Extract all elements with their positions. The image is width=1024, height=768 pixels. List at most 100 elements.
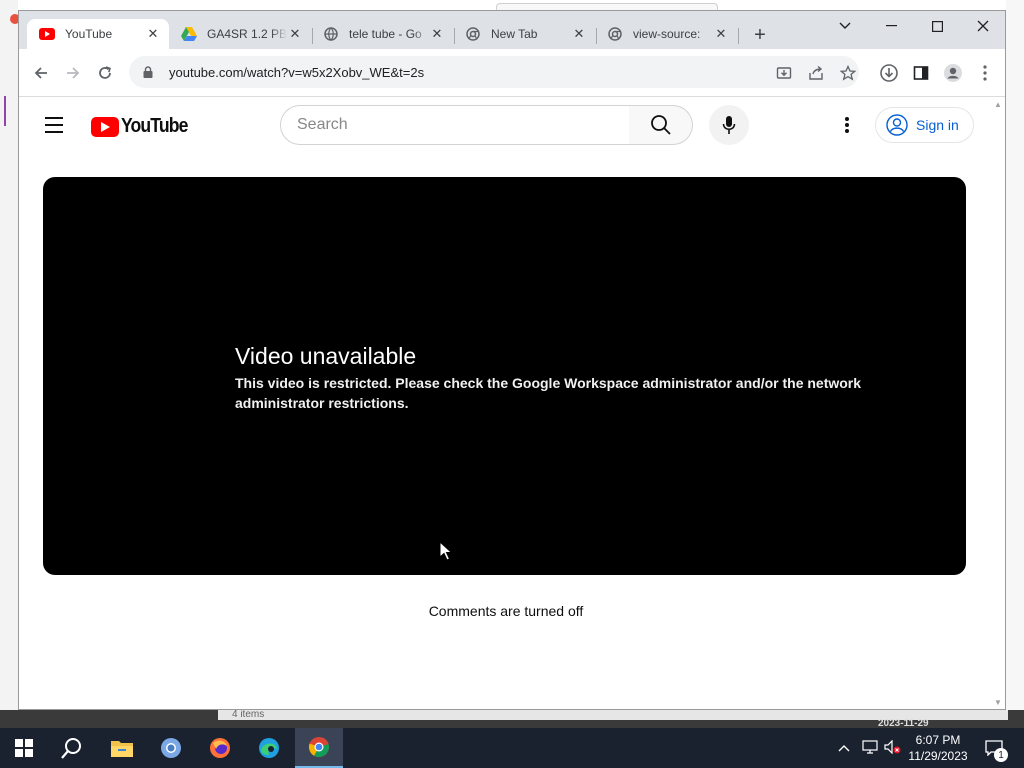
taskbar-clock[interactable]: 6:07 PM 11/29/2023	[906, 732, 970, 764]
background-accent	[4, 96, 6, 126]
lock-icon[interactable]	[141, 65, 155, 79]
volume-muted-icon[interactable]	[884, 739, 906, 757]
side-panel-button[interactable]	[909, 61, 933, 85]
chromium-icon	[161, 738, 181, 758]
tab-title: New Tab	[491, 27, 538, 41]
taskbar-firefox[interactable]	[196, 728, 244, 768]
page-scrollbar[interactable]: ▲ ▼	[991, 97, 1005, 709]
clock-date: 11/29/2023	[908, 749, 968, 763]
search-icon	[650, 115, 671, 135]
edge-icon	[259, 738, 279, 758]
chrome-icon	[607, 26, 623, 42]
forward-arrow-icon	[67, 67, 80, 79]
close-tab-icon[interactable]: ✕	[145, 26, 161, 42]
close-window-button[interactable]	[960, 11, 1005, 41]
tab-tele-tube[interactable]: tele tube - Go ✕	[311, 19, 453, 49]
video-player[interactable]: Video unavailable This video is restrict…	[43, 177, 966, 575]
youtube-header: YouTube Search Sign in	[19, 97, 993, 153]
reload-button[interactable]	[93, 61, 117, 85]
start-button[interactable]	[0, 728, 48, 768]
tab-youtube[interactable]: YouTube ✕	[27, 19, 169, 49]
search-button[interactable]	[629, 105, 693, 145]
install-app-icon[interactable]	[775, 64, 793, 82]
downloads-button[interactable]	[877, 61, 901, 85]
kebab-menu-icon	[983, 65, 987, 81]
google-drive-icon	[181, 26, 197, 42]
error-message: This video is restricted. Please check t…	[235, 375, 862, 411]
windows-start-icon	[15, 739, 33, 757]
taskbar-search-button[interactable]	[48, 728, 96, 768]
taskbar-chrome[interactable]	[295, 728, 343, 768]
close-tab-icon[interactable]: ✕	[571, 26, 587, 42]
video-error: Video unavailable This video is restrict…	[235, 341, 935, 413]
search-input[interactable]: Search	[280, 105, 630, 145]
action-center-button[interactable]: 1	[982, 728, 1008, 768]
maximize-icon	[931, 20, 943, 32]
back-button[interactable]	[29, 61, 53, 85]
chevron-down-icon	[839, 22, 851, 29]
chrome-window: YouTube ✕ GA4SR 1.2 PB ✕ tele tube - Go …	[18, 10, 1006, 710]
scroll-up-icon[interactable]: ▲	[994, 101, 1002, 109]
close-tab-icon[interactable]: ✕	[287, 26, 303, 42]
tab-title: YouTube	[65, 27, 113, 41]
tab-new-tab[interactable]: New Tab ✕	[453, 19, 595, 49]
chrome-icon	[465, 26, 481, 42]
tab-separator	[738, 28, 739, 44]
scroll-down-icon[interactable]: ▼	[994, 699, 1002, 707]
taskbar-chromium[interactable]	[147, 728, 195, 768]
system-tray	[838, 728, 906, 768]
sign-in-label: Sign in	[916, 117, 959, 133]
notification-count-badge: 1	[994, 748, 1008, 762]
youtube-favicon-icon	[39, 26, 55, 42]
minimize-icon	[885, 25, 897, 27]
comments-status: Comments are turned off	[428, 603, 584, 619]
forward-button[interactable]	[61, 61, 85, 85]
taskbar-edge[interactable]	[245, 728, 293, 768]
youtube-logo[interactable]: YouTube	[91, 115, 197, 138]
tab-search-button[interactable]	[822, 11, 868, 41]
menu-icon[interactable]	[45, 117, 65, 133]
back-arrow-icon	[34, 67, 47, 79]
bookmark-star-icon[interactable]	[839, 64, 857, 82]
download-icon	[880, 64, 898, 82]
browser-menu-button[interactable]	[973, 61, 997, 85]
windows-taskbar: 6:07 PM 11/29/2023 1	[0, 728, 1024, 768]
maximize-button[interactable]	[914, 11, 960, 41]
tab-view-source[interactable]: view-source: ✕	[595, 19, 737, 49]
close-tab-icon[interactable]: ✕	[429, 26, 445, 42]
account-icon	[886, 114, 908, 136]
taskbar-file-explorer[interactable]	[98, 728, 146, 768]
new-tab-button[interactable]: +	[749, 24, 771, 46]
youtube-page: YouTube Search Sign in Video unavailable…	[19, 97, 993, 709]
microphone-icon	[722, 116, 736, 134]
voice-search-button[interactable]	[709, 105, 749, 145]
share-icon[interactable]	[807, 64, 825, 82]
error-heading: Video unavailable	[235, 343, 417, 369]
search-icon	[61, 738, 81, 759]
tab-title: GA4SR 1.2 PB	[207, 27, 287, 41]
tab-strip: YouTube ✕ GA4SR 1.2 PB ✕ tele tube - Go …	[19, 11, 1005, 49]
background-window-bottom: 4 items 2023-11-29	[0, 710, 1024, 729]
side-panel-icon	[913, 66, 929, 80]
youtube-wordmark: YouTube	[121, 115, 188, 137]
tab-ga4sr[interactable]: GA4SR 1.2 PB ✕	[169, 19, 311, 49]
clock-time: 6:07 PM	[915, 733, 961, 747]
chrome-icon	[308, 737, 329, 758]
sign-in-button[interactable]: Sign in	[875, 107, 974, 143]
show-hidden-icons-icon[interactable]	[838, 741, 854, 755]
background-window-left	[0, 0, 20, 728]
close-icon	[977, 20, 989, 32]
tab-title: view-source:	[633, 27, 701, 41]
network-icon[interactable]	[862, 739, 884, 757]
reload-icon	[99, 66, 111, 79]
address-bar[interactable]: youtube.com/watch?v=w5x2Xobv_WE&t=2s	[129, 56, 859, 88]
firefox-icon	[210, 738, 230, 758]
settings-more-button[interactable]	[835, 113, 859, 137]
globe-icon	[323, 26, 339, 42]
profile-button[interactable]	[941, 61, 965, 85]
profile-icon	[944, 64, 962, 82]
close-tab-icon[interactable]: ✕	[713, 26, 729, 42]
file-explorer-icon	[111, 741, 133, 757]
minimize-button[interactable]	[868, 11, 914, 41]
youtube-play-icon	[91, 116, 119, 137]
